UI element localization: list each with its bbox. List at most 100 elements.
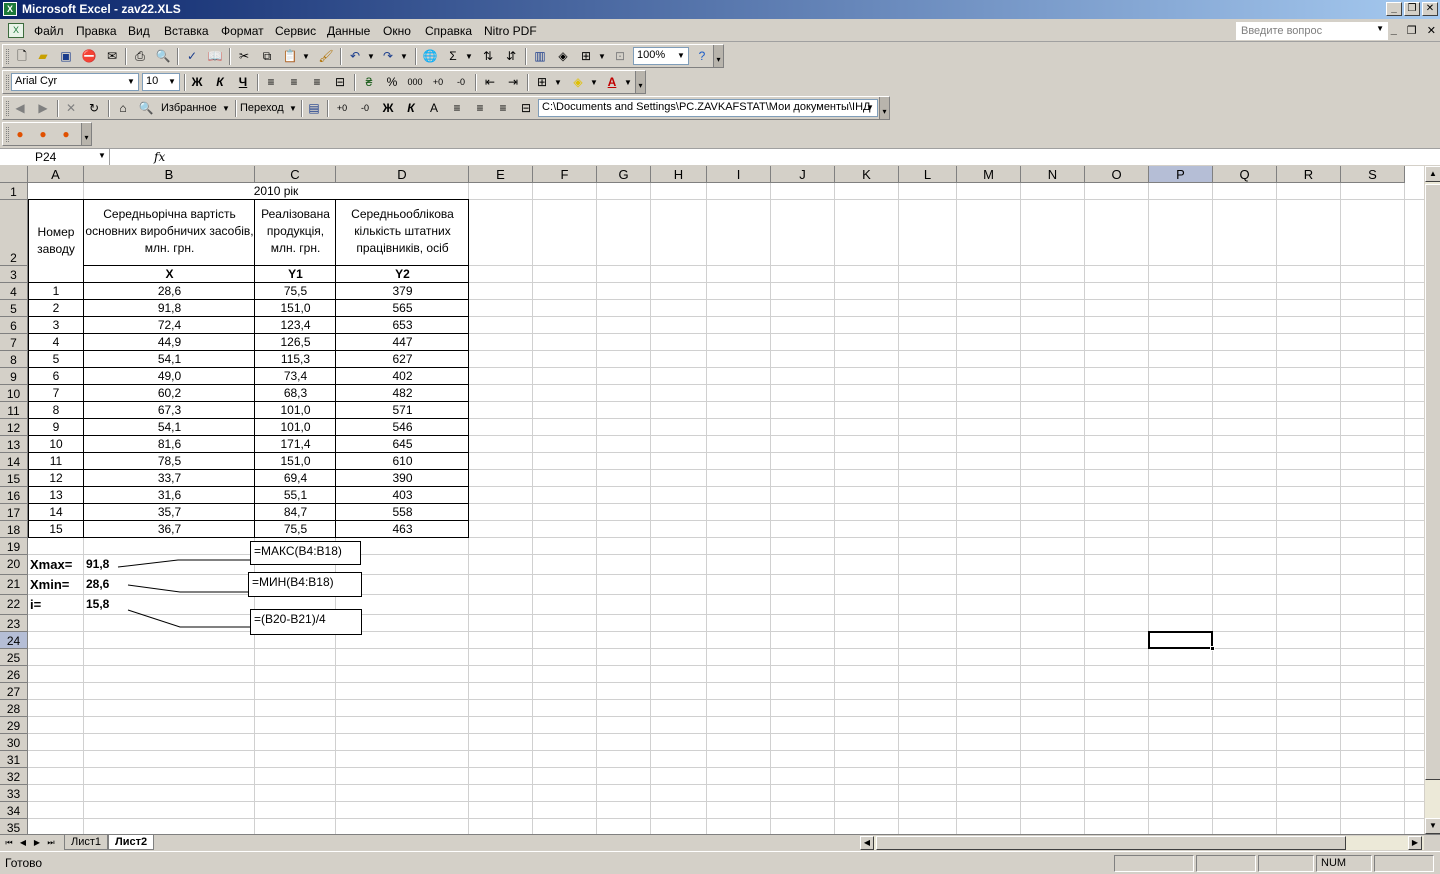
table-cell[interactable]: 49,0 xyxy=(84,369,255,383)
row-header-11[interactable]: 11 xyxy=(0,402,28,419)
table-cell[interactable]: 12 xyxy=(28,471,84,485)
address-select[interactable]: C:\Documents and Settings\PC.ZAVKAFSTAT\… xyxy=(538,99,878,117)
nitro-settings-icon[interactable]: ● xyxy=(57,126,75,143)
table-cell[interactable]: 403 xyxy=(336,488,469,502)
table-cell[interactable]: 31,6 xyxy=(84,488,255,502)
table-cell[interactable]: 610 xyxy=(336,454,469,468)
table-cell[interactable]: 8 xyxy=(28,403,84,417)
row-header-5[interactable]: 5 xyxy=(0,300,28,317)
increase-decimal-icon[interactable]: +0 xyxy=(429,74,447,91)
table-cell[interactable]: 390 xyxy=(336,471,469,485)
row-header-25[interactable]: 25 xyxy=(0,649,28,666)
nitro-create-pdf-icon[interactable]: ● xyxy=(11,126,29,143)
minimize-button[interactable]: _ xyxy=(1386,2,1402,16)
table-cell[interactable]: 73,4 xyxy=(255,369,336,383)
stat-label[interactable]: i= xyxy=(30,597,84,612)
menu-tools[interactable]: Сервис xyxy=(275,24,316,38)
column-header-j[interactable]: J xyxy=(771,166,835,183)
table-cell[interactable]: 84,7 xyxy=(255,505,336,519)
formula-callout-box[interactable]: =МИН(B4:B18) xyxy=(248,572,362,597)
tab-sheet2[interactable]: Лист2 xyxy=(108,835,155,850)
stat-label[interactable]: Xmin= xyxy=(30,577,84,592)
decrease-indent-icon[interactable]: ⇤ xyxy=(481,74,499,91)
email-icon[interactable]: ✉ xyxy=(103,48,121,65)
column-header-i[interactable]: I xyxy=(707,166,771,183)
help-icon[interactable]: ? xyxy=(693,48,711,65)
table-cell[interactable]: 2 xyxy=(28,301,84,315)
font-name-select[interactable]: Arial Cyr ▼ xyxy=(11,73,139,91)
row-header-15[interactable]: 15 xyxy=(0,470,28,487)
column-header-k[interactable]: K xyxy=(835,166,899,183)
column-header-o[interactable]: O xyxy=(1085,166,1149,183)
favorites-menu[interactable]: Избранное xyxy=(161,102,217,114)
grid-icon[interactable]: ⊡ xyxy=(611,48,629,65)
horizontal-scrollbar[interactable]: ◀ ▶ xyxy=(860,836,1424,850)
toolbar-grip[interactable] xyxy=(6,75,9,90)
row-header-24[interactable]: 24 xyxy=(0,632,28,649)
table-cell[interactable]: 9 xyxy=(28,420,84,434)
row-header-13[interactable]: 13 xyxy=(0,436,28,453)
chevron-down-icon[interactable]: ▼ xyxy=(675,49,687,63)
toolbar-options-icon[interactable]: ▾ xyxy=(879,97,889,119)
column-header-m[interactable]: M xyxy=(957,166,1021,183)
table-cell[interactable]: 78,5 xyxy=(84,454,255,468)
table-cell[interactable]: 101,0 xyxy=(255,403,336,417)
row-header-27[interactable]: 27 xyxy=(0,683,28,700)
row-header-17[interactable]: 17 xyxy=(0,504,28,521)
table-cell[interactable]: 6 xyxy=(28,369,84,383)
row-header-3[interactable]: 3 xyxy=(0,266,28,283)
row-header-19[interactable]: 19 xyxy=(0,538,28,555)
first-sheet-icon[interactable]: ⏮ xyxy=(2,836,16,850)
column-header-b[interactable]: B xyxy=(84,166,255,183)
table-cell[interactable]: 10 xyxy=(28,437,84,451)
go-menu[interactable]: Переход xyxy=(240,102,284,114)
chevron-down-icon[interactable]: ▼ xyxy=(217,100,235,117)
menu-format[interactable]: Формат xyxy=(221,24,264,38)
table-cell[interactable]: 1 xyxy=(28,284,84,298)
menu-file[interactable]: Файл xyxy=(34,24,64,38)
help-search-input[interactable]: Введите вопрос ▼ xyxy=(1236,22,1388,40)
scroll-right-icon[interactable]: ▶ xyxy=(1408,836,1422,850)
align-center-icon[interactable]: ≡ xyxy=(471,100,489,117)
formula-callout-box[interactable]: =МАКС(B4:B18) xyxy=(250,541,361,565)
row-header-33[interactable]: 33 xyxy=(0,785,28,802)
row-header-18[interactable]: 18 xyxy=(0,521,28,538)
percent-icon[interactable]: % xyxy=(383,74,401,91)
close-button[interactable]: ✕ xyxy=(1422,2,1438,16)
spelling-icon[interactable]: ✓ xyxy=(183,48,201,65)
copy-icon[interactable]: ⧉ xyxy=(258,48,276,65)
decrease-decimal-icon[interactable]: -0 xyxy=(356,100,374,117)
italic-button[interactable]: К xyxy=(211,74,229,91)
row-header-28[interactable]: 28 xyxy=(0,700,28,717)
formula-input[interactable] xyxy=(176,150,1436,165)
sort-descending-icon[interactable]: ⇵ xyxy=(502,48,520,65)
new-file-icon[interactable]: 🗋 xyxy=(13,48,31,65)
fill-handle[interactable] xyxy=(1210,646,1215,651)
table-cell[interactable]: 151,0 xyxy=(255,454,336,468)
column-header-f[interactable]: F xyxy=(533,166,597,183)
chevron-down-icon[interactable]: ▼ xyxy=(549,74,567,91)
select-all-corner[interactable] xyxy=(0,166,28,183)
align-left-icon[interactable]: ≡ xyxy=(448,100,466,117)
print-preview-icon[interactable]: 🔍 xyxy=(154,48,172,65)
table-cell[interactable]: 67,3 xyxy=(84,403,255,417)
chevron-down-icon[interactable]: ▼ xyxy=(125,75,137,89)
column-header-e[interactable]: E xyxy=(469,166,533,183)
doc-restore-button[interactable]: ❐ xyxy=(1407,24,1417,37)
table-cell[interactable]: 558 xyxy=(336,505,469,519)
table-cell[interactable]: 645 xyxy=(336,437,469,451)
table-cell[interactable]: 115,3 xyxy=(255,352,336,366)
row-header-8[interactable]: 8 xyxy=(0,351,28,368)
stat-label[interactable]: Xmax= xyxy=(30,557,84,572)
menu-edit[interactable]: Правка xyxy=(76,24,117,38)
table-cell[interactable]: 126,5 xyxy=(255,335,336,349)
column-header-s[interactable]: S xyxy=(1341,166,1405,183)
chevron-down-icon[interactable]: ▼ xyxy=(593,48,611,65)
column-header-q[interactable]: Q xyxy=(1213,166,1277,183)
scroll-up-icon[interactable]: ▲ xyxy=(1425,166,1440,182)
permission-icon[interactable]: ⛔ xyxy=(80,48,98,65)
table-cell[interactable]: 15 xyxy=(28,522,84,536)
drawing-icon[interactable]: ◈ xyxy=(554,48,572,65)
table-cell[interactable]: 35,7 xyxy=(84,505,255,519)
format-painter-icon[interactable]: 🖌 xyxy=(317,48,335,65)
